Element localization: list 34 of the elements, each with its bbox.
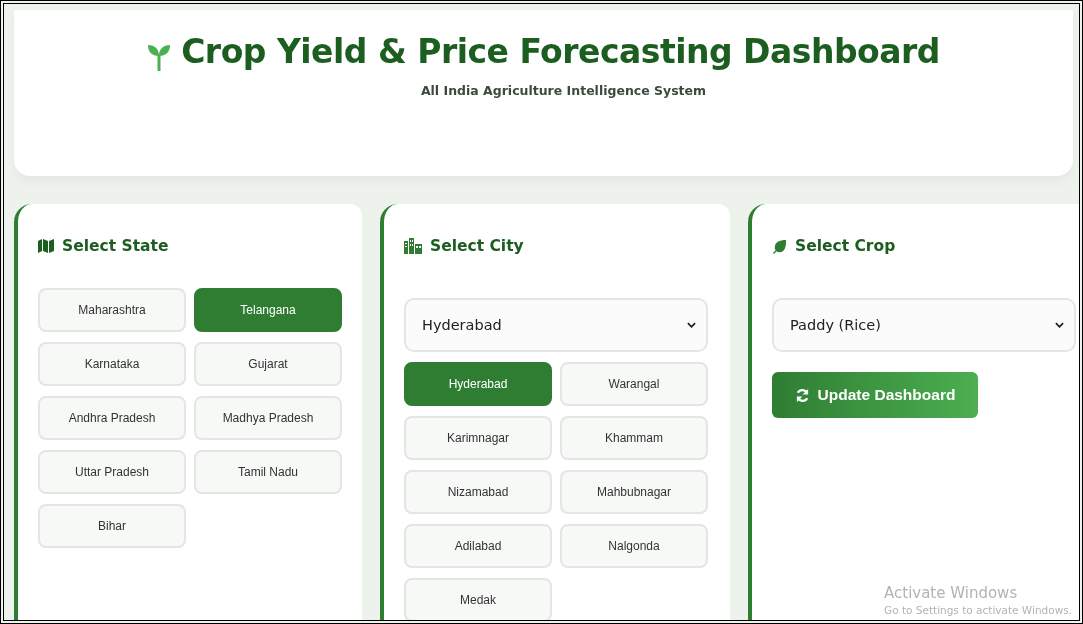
option-button[interactable]: Warangal <box>560 362 708 406</box>
option-button[interactable]: Nalgonda <box>560 524 708 568</box>
option-button[interactable]: Gujarat <box>194 342 342 386</box>
option-button[interactable]: Khammam <box>560 416 708 460</box>
activation-title: Activate Windows <box>884 584 1019 602</box>
option-button[interactable]: Maharashtra <box>38 288 186 332</box>
option-button[interactable]: Medak <box>404 578 552 620</box>
option-button[interactable]: Mahbubnagar <box>560 470 708 514</box>
panel-title: Select State <box>62 237 169 255</box>
panel-title: Select Crop <box>795 237 896 255</box>
page-subtitle: All India Agriculture Intelligence System <box>420 83 707 98</box>
buildings-icon <box>404 238 422 254</box>
option-button[interactable]: Madhya Pradesh <box>194 396 342 440</box>
panel-title: Select City <box>430 237 524 255</box>
dropdown[interactable]: Hyderabad <box>404 298 708 352</box>
leaf-icon <box>772 238 787 254</box>
chevron-icon <box>687 322 696 328</box>
chevron-icon <box>1055 322 1064 328</box>
option-button[interactable]: Adilabad <box>404 524 552 568</box>
dropdown[interactable]: Paddy (Rice) <box>772 298 1076 352</box>
option-button[interactable]: Nizamabad <box>404 470 552 514</box>
option-button[interactable]: Bihar <box>38 504 186 548</box>
refresh-icon <box>794 387 810 403</box>
option-button[interactable]: Andhra Pradesh <box>38 396 186 440</box>
map-icon <box>38 238 54 254</box>
option-button[interactable]: Karnataka <box>38 342 186 386</box>
update-button[interactable]: Update Dashboard <box>772 372 978 418</box>
option-button[interactable]: Tamil Nadu <box>194 450 342 494</box>
activation-message: Go to Settings to activate Windows. <box>884 604 1073 616</box>
page-title: Crop Yield & Price Forecasting Dashboard <box>181 32 940 71</box>
option-button[interactable]: Karimnagar <box>404 416 552 460</box>
option-button[interactable]: Telangana <box>194 288 342 332</box>
option-button[interactable]: Hyderabad <box>404 362 552 406</box>
option-button[interactable]: Uttar Pradesh <box>38 450 186 494</box>
